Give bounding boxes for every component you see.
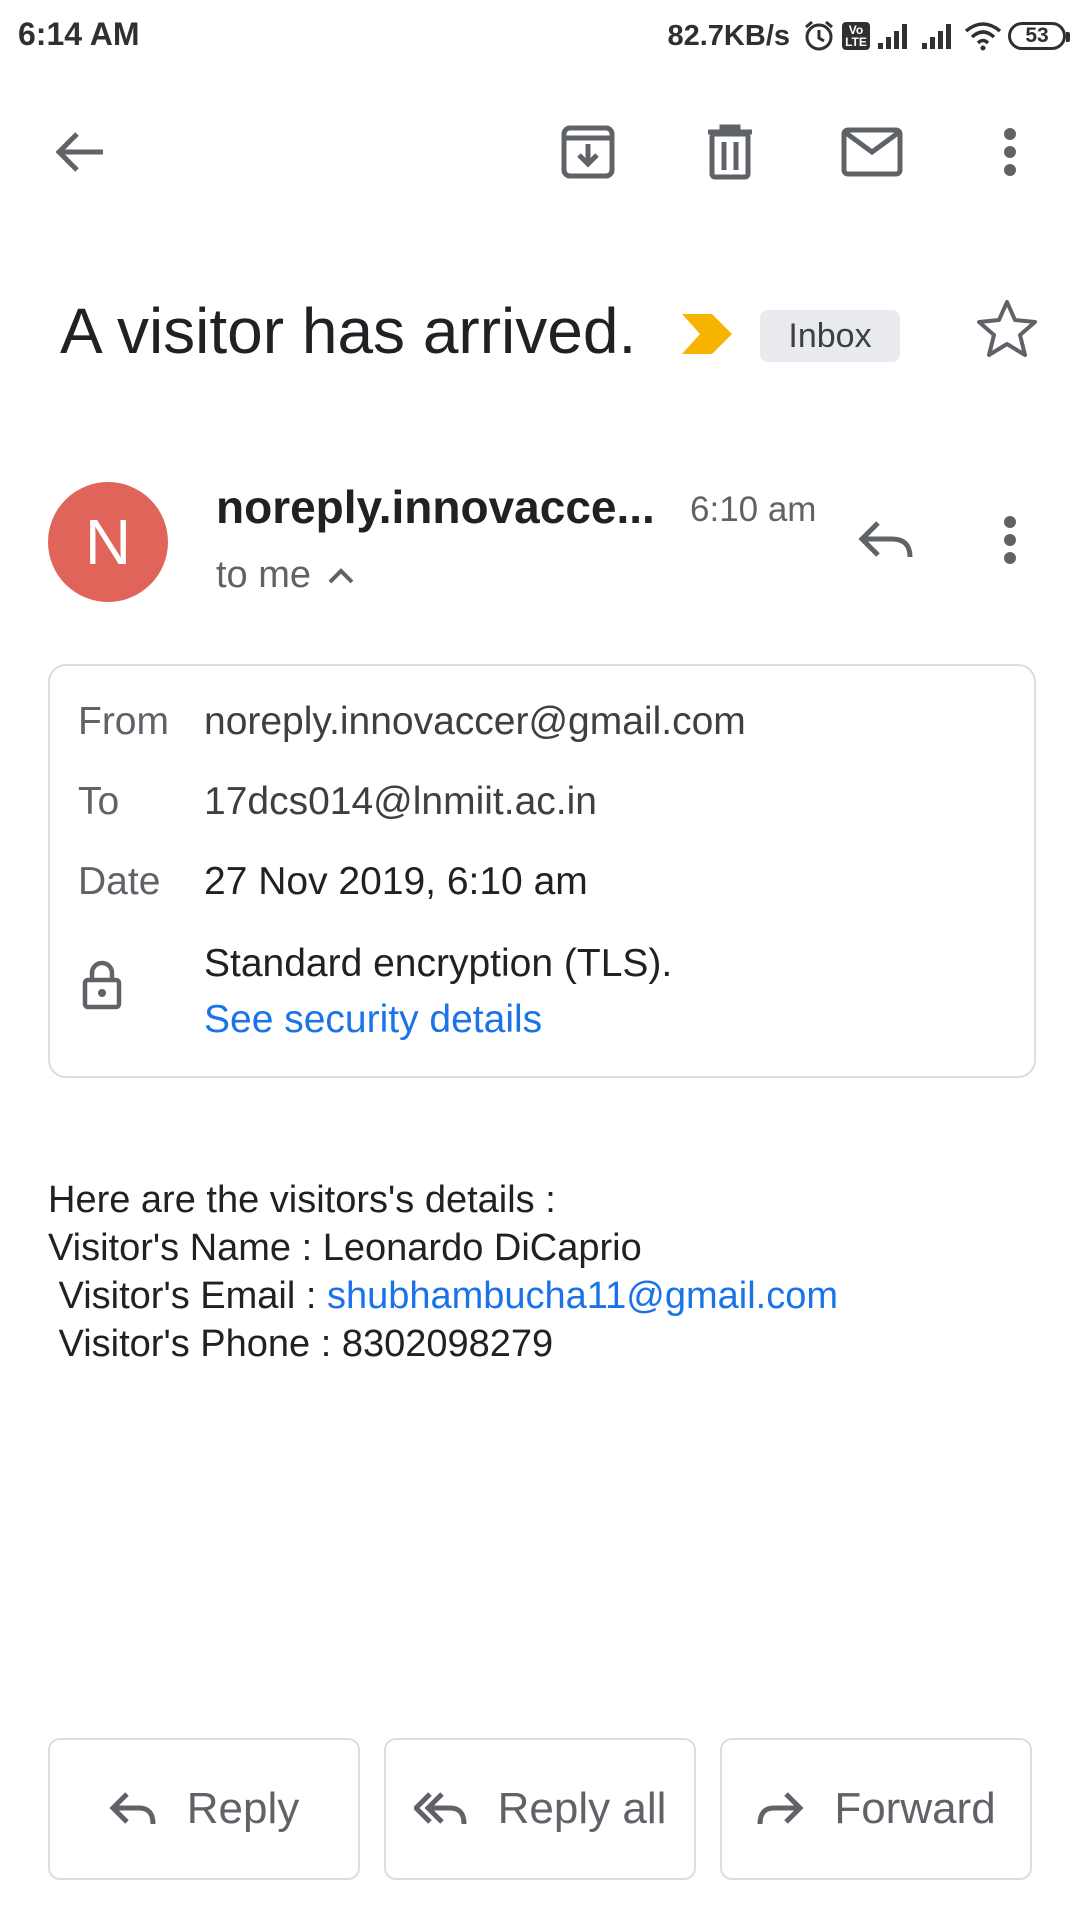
encryption-text: Standard encryption (TLS). bbox=[204, 942, 673, 985]
status-icons: 82.7KB/s Vo LTE 53 bbox=[667, 14, 1070, 58]
forward-label: Forward bbox=[834, 1784, 996, 1833]
signal-icon bbox=[876, 21, 914, 51]
more-vert-icon[interactable] bbox=[970, 112, 1050, 192]
reply-icon bbox=[109, 1790, 157, 1828]
recipient-toggle[interactable]: to me bbox=[216, 554, 355, 597]
email-subject: A visitor has arrived. bbox=[60, 295, 637, 367]
mark-unread-icon[interactable] bbox=[832, 112, 912, 192]
body-visitor-phone: Visitor's Phone : 8302098279 bbox=[48, 1323, 554, 1365]
body-visitor-email: Visitor's Email : shubhambucha11@gmail.c… bbox=[48, 1272, 838, 1320]
avatar-initial: N bbox=[84, 506, 132, 578]
reply-all-icon bbox=[413, 1790, 468, 1828]
battery-icon: 53 bbox=[1008, 22, 1070, 50]
battery-level: 53 bbox=[1025, 24, 1049, 47]
back-arrow-icon[interactable] bbox=[40, 112, 120, 192]
delete-icon[interactable] bbox=[690, 112, 770, 192]
email-body: Here are the visitors's details : Visitor… bbox=[48, 1176, 838, 1368]
body-visitor-name: Visitor's Name : Leonardo DiCaprio bbox=[48, 1227, 642, 1269]
reply-all-label: Reply all bbox=[497, 1784, 667, 1833]
from-value[interactable]: noreply.innovaccer@gmail.com bbox=[204, 700, 746, 744]
volte-icon: Vo LTE bbox=[842, 22, 870, 50]
to-value[interactable]: 17dcs014@lnmiit.ac.in bbox=[204, 780, 597, 824]
visitor-email-link[interactable]: shubhambucha11@gmail.com bbox=[327, 1275, 838, 1317]
wifi-icon bbox=[964, 21, 1002, 51]
alarm-icon bbox=[802, 19, 836, 53]
forward-button[interactable]: Forward bbox=[720, 1738, 1032, 1880]
recipient-line: to me bbox=[216, 554, 312, 596]
status-bar: 6:14 AM 82.7KB/s Vo LTE 53 bbox=[0, 0, 1080, 72]
chevron-up-icon bbox=[327, 567, 355, 585]
signal-icon bbox=[920, 21, 958, 51]
message-more-icon[interactable] bbox=[970, 500, 1050, 580]
reply-all-button[interactable]: Reply all bbox=[384, 1738, 696, 1880]
body-email-prefix: Visitor's Email : bbox=[48, 1275, 327, 1317]
importance-marker-icon[interactable] bbox=[680, 312, 734, 356]
security-details-link[interactable]: See security details bbox=[204, 998, 542, 1042]
lock-icon bbox=[82, 960, 122, 1010]
star-icon[interactable] bbox=[976, 298, 1038, 358]
archive-icon[interactable] bbox=[548, 112, 628, 192]
date-value: 27 Nov 2019, 6:10 am bbox=[204, 860, 588, 903]
to-label: To bbox=[78, 780, 120, 823]
avatar[interactable]: N bbox=[48, 482, 168, 602]
date-label: Date bbox=[78, 860, 161, 903]
reply-button[interactable]: Reply bbox=[48, 1738, 360, 1880]
from-label: From bbox=[78, 700, 169, 743]
volte-badge: Vo LTE bbox=[842, 22, 870, 50]
body-intro: Here are the visitors's details : bbox=[48, 1179, 556, 1221]
forward-icon bbox=[756, 1790, 804, 1828]
network-speed: 82.7KB/s bbox=[667, 19, 790, 52]
status-time: 6:14 AM bbox=[18, 16, 140, 52]
inbox-label[interactable]: Inbox bbox=[760, 310, 900, 362]
reply-label: Reply bbox=[186, 1784, 300, 1833]
reply-icon[interactable] bbox=[846, 500, 926, 580]
email-time: 6:10 am bbox=[690, 490, 817, 529]
sender-name[interactable]: noreply.innovacce... bbox=[216, 480, 655, 534]
